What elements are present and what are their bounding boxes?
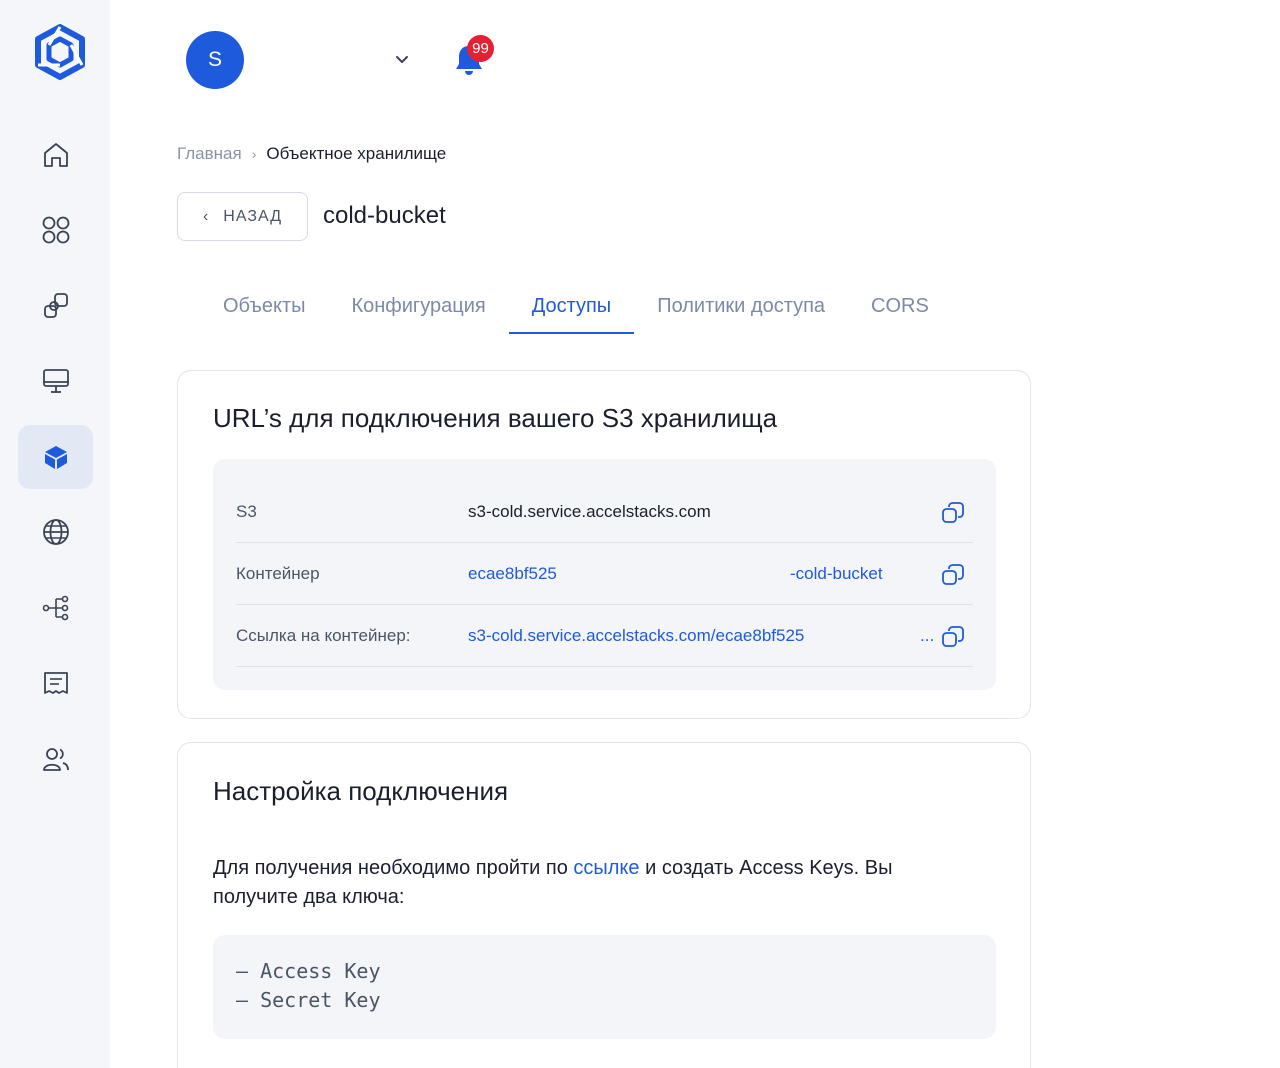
breadcrumb-separator: ›: [251, 146, 257, 162]
urls-card-title: URL’s для подключения вашего S3 хранилищ…: [213, 403, 778, 433]
description-text: Для получения необходимо пройти по: [213, 857, 574, 879]
grid-icon: [42, 216, 69, 244]
nav-users[interactable]: [18, 727, 93, 791]
url-value[interactable]: s3-cold.service.accelstacks.com: [468, 502, 711, 522]
nav-topology[interactable]: [18, 576, 93, 640]
tab-cors[interactable]: CORS: [848, 280, 952, 332]
user-name-area[interactable]: [258, 50, 388, 70]
url-label: Ссылка на контейнер:: [236, 625, 411, 645]
nav-home[interactable]: [18, 123, 93, 187]
url-row-container-link: Ссылка на контейнер: s3-cold.service.acc…: [236, 605, 973, 667]
hierarchy-icon: [42, 595, 68, 621]
connection-description: Для получения необходимо пройти по ссылк…: [213, 854, 973, 912]
url-value-start[interactable]: s3-cold.service.accelstacks.com/ecae8bf5…: [468, 626, 920, 646]
urls-card: URL’s для подключения вашего S3 хранилищ…: [177, 370, 1031, 719]
tab-access[interactable]: Доступы: [508, 280, 635, 334]
tabs: Объекты Конфигурация Доступы Политики до…: [200, 280, 952, 334]
chevron-down-icon[interactable]: [393, 50, 411, 68]
back-button-label: НАЗАД: [223, 207, 283, 225]
tab-configuration[interactable]: Конфигурация: [328, 280, 508, 332]
tab-access-policies[interactable]: Политики доступа: [634, 280, 848, 332]
avatar-initial: S: [207, 48, 222, 71]
user-avatar[interactable]: S: [186, 31, 244, 89]
nav-object-storage[interactable]: [18, 425, 93, 489]
connection-card-title: Настройка подключения: [213, 776, 509, 806]
connection-card: Настройка подключения Для получения необ…: [177, 742, 1031, 1068]
shapes-icon: [43, 293, 68, 318]
url-label: Контейнер: [236, 563, 320, 583]
url-row-container: Контейнер ecae8bf525 -cold-bucket: [236, 543, 973, 605]
receipt-icon: [43, 672, 68, 694]
monitor-icon: [42, 369, 69, 393]
copy-icon[interactable]: [941, 501, 965, 525]
nav-servers[interactable]: [18, 349, 93, 413]
breadcrumb: Главная › Объектное хранилище: [177, 144, 446, 164]
nav-dashboard[interactable]: [18, 198, 93, 262]
page-title: cold-bucket: [323, 202, 446, 229]
url-value-start[interactable]: ecae8bf525: [468, 564, 790, 584]
url-value-end[interactable]: -cold-bucket: [790, 564, 883, 584]
sidebar: [0, 0, 110, 1068]
users-icon: [42, 748, 69, 771]
notifications-badge: 99: [467, 35, 494, 62]
tab-objects[interactable]: Объекты: [200, 280, 328, 332]
home-icon: [43, 143, 68, 167]
url-label: S3: [236, 501, 257, 521]
breadcrumb-current: Объектное хранилище: [266, 144, 447, 163]
breadcrumb-home[interactable]: Главная: [177, 144, 242, 164]
globe-icon: [42, 519, 69, 545]
access-keys-link[interactable]: ссылке: [573, 857, 639, 879]
urls-list: S3 s3-cold.service.accelstacks.com Конте…: [213, 459, 996, 690]
app-logo-icon[interactable]: [33, 24, 87, 80]
nav-network[interactable]: [18, 500, 93, 564]
cube-icon: [44, 446, 67, 469]
copy-icon[interactable]: [941, 625, 965, 649]
notifications-count: 99: [472, 40, 489, 57]
copy-icon[interactable]: [941, 563, 965, 587]
chevron-left-icon: ‹: [202, 207, 210, 225]
nav-billing[interactable]: [18, 651, 93, 715]
url-row-s3: S3 s3-cold.service.accelstacks.com: [236, 481, 973, 543]
keys-code-block: – Access Key – Secret Key: [213, 935, 996, 1039]
nav-services[interactable]: [18, 274, 93, 338]
url-value-end: ...: [920, 625, 935, 645]
back-button[interactable]: ‹ НАЗАД: [177, 192, 308, 241]
